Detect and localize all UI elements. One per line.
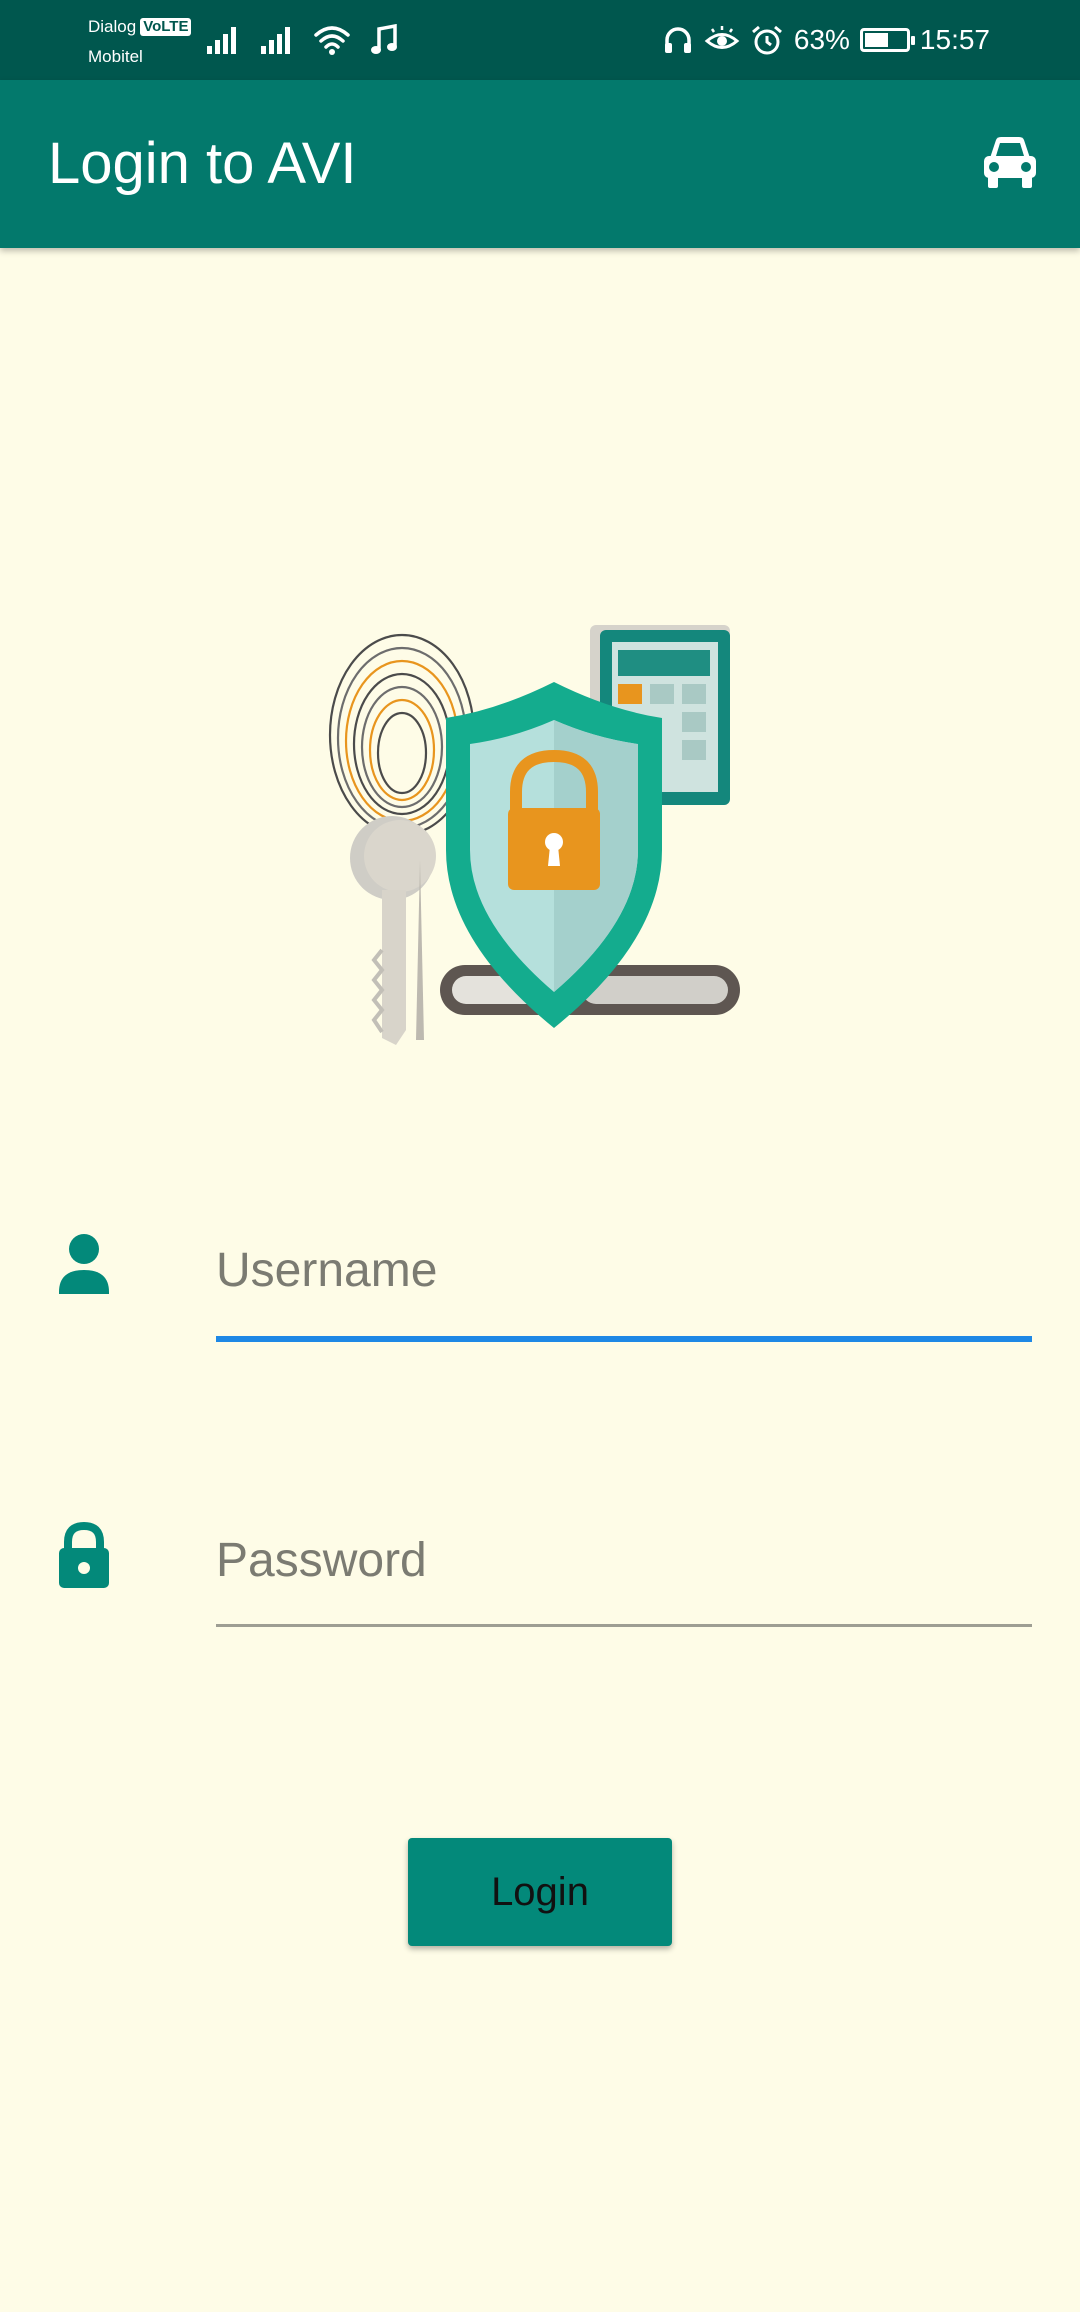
username-input[interactable] — [216, 1230, 1032, 1310]
person-icon — [59, 1234, 109, 1294]
key-icon — [350, 816, 436, 1045]
battery-percent: 63% — [793, 24, 850, 55]
page-title: Login to AVI — [48, 131, 357, 196]
username-underline — [216, 1336, 1032, 1342]
carrier-info: Dialog VoLTE Mobitel — [88, 12, 208, 72]
password-row — [0, 1518, 1080, 1638]
carrier-name-secondary: Mobitel — [88, 47, 143, 66]
clock-time: 15:57 — [919, 24, 990, 55]
app-bar: Login to AVI — [0, 80, 1080, 248]
headphones-icon — [664, 27, 691, 53]
eye-comfort-icon — [704, 26, 740, 49]
password-underline — [216, 1624, 1032, 1627]
signal-icon — [207, 27, 236, 54]
lock-icon — [59, 1522, 109, 1588]
volte-badge: VoLTE — [140, 18, 192, 36]
security-shield-illustration — [328, 625, 740, 1045]
music-note-icon — [371, 24, 397, 54]
password-input[interactable] — [216, 1520, 1032, 1600]
username-row — [0, 1230, 1080, 1350]
security-illustration — [320, 620, 740, 1060]
carrier-name-primary: Dialog — [88, 17, 137, 36]
login-button[interactable]: Login — [408, 1838, 672, 1946]
wifi-icon — [314, 26, 350, 55]
status-bar: Dialog VoLTE Mobitel 63% 15:57 — [0, 0, 1080, 80]
alarm-icon — [751, 25, 782, 55]
battery-charging-icon — [859, 28, 915, 52]
car-icon — [984, 137, 1036, 188]
signal-icon — [261, 27, 290, 54]
car-button[interactable] — [978, 132, 1042, 192]
